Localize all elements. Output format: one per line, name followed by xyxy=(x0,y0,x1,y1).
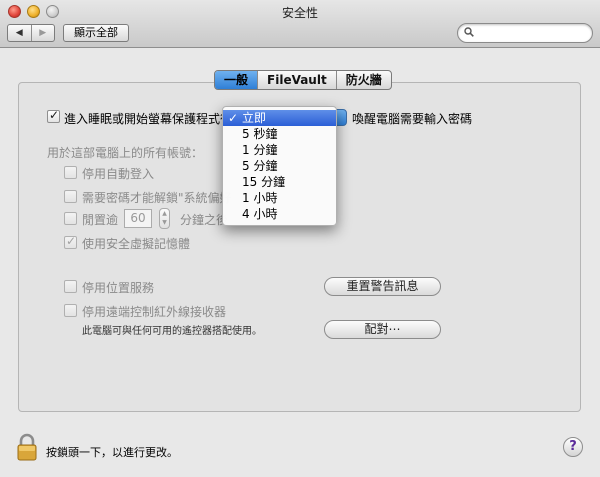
back-forward-control: ◀ ▶ xyxy=(7,24,55,42)
delay-menu-item[interactable]: ✓ 立即 xyxy=(223,110,336,126)
require-password-prefs-label: 需要密碼才能解鎖"系統偏好 xyxy=(82,191,232,205)
disable-autologin-label: 停用自動登入 xyxy=(82,167,155,181)
logout-minutes-field[interactable]: 60 xyxy=(124,209,152,228)
reset-warnings-button[interactable]: 重置警告訊息 xyxy=(324,277,441,296)
lock-message: 按鎖頭一下，以進行更改。 xyxy=(46,446,178,459)
show-all-button[interactable]: 顯示全部 xyxy=(63,24,129,42)
lock-icon[interactable] xyxy=(16,433,38,461)
window-titlebar: 安全性 ◀ ▶ 顯示全部 xyxy=(0,0,600,48)
secure-vm-label: 使用安全虛擬記憶體 xyxy=(82,237,191,251)
disable-autologin-checkbox[interactable] xyxy=(64,166,77,179)
tab-general[interactable]: 一般 xyxy=(215,71,258,89)
disable-ir-label: 停用遠端控制紅外線接收器 xyxy=(82,305,227,319)
logout-minutes-suffix: 分鐘之後 xyxy=(180,213,229,227)
tab-firewall[interactable]: 防火牆 xyxy=(335,71,391,89)
delay-menu-item[interactable]: 1 分鐘 xyxy=(223,142,336,158)
require-password-wake-label: 進入睡眠或開始螢幕保護程式後 xyxy=(64,112,233,126)
disable-ir-checkbox[interactable] xyxy=(64,304,77,317)
all-accounts-heading: 用於這部電腦上的所有帳號： xyxy=(47,146,204,160)
delay-menu-item[interactable]: 15 分鐘 xyxy=(223,174,336,190)
disable-location-checkbox[interactable] xyxy=(64,280,77,293)
logout-idle-label: 閒置逾 xyxy=(82,213,119,227)
disable-location-label: 停用位置服務 xyxy=(82,281,155,295)
logout-minutes-stepper[interactable]: ▲ ▼ xyxy=(159,208,170,229)
delay-menu-item[interactable]: 5 分鐘 xyxy=(223,158,336,174)
help-button[interactable]: ? xyxy=(563,437,583,457)
forward-button[interactable]: ▶ xyxy=(30,25,55,41)
search-field[interactable] xyxy=(457,23,593,43)
tab-filevault[interactable]: FileVault xyxy=(257,71,336,89)
search-icon xyxy=(464,27,474,37)
logout-idle-checkbox[interactable] xyxy=(64,212,77,225)
search-input[interactable] xyxy=(478,25,586,41)
window-title: 安全性 xyxy=(281,6,318,20)
tab-bar: 一般 FileVault 防火牆 xyxy=(214,70,392,90)
ir-note: 此電腦可與任何可用的遙控器搭配使用。 xyxy=(82,326,262,337)
delay-menu-item[interactable]: 1 小時 xyxy=(223,190,336,206)
require-password-prefs-checkbox[interactable] xyxy=(64,190,77,203)
delay-popup-menu: ✓ 立即 5 秒鐘 1 分鐘 5 分鐘 15 分鐘 1 小時 4 小時 xyxy=(222,106,337,226)
delay-menu-item[interactable]: 5 秒鐘 xyxy=(223,126,336,142)
back-button[interactable]: ◀ xyxy=(8,25,31,41)
pair-button[interactable]: 配對⋯ xyxy=(324,320,441,339)
secure-vm-checkbox[interactable] xyxy=(64,234,77,249)
checkmark-icon: ✓ xyxy=(228,111,239,125)
wake-password-suffix-label: 喚醒電腦需要輸入密碼 xyxy=(352,112,473,126)
require-password-wake-checkbox[interactable] xyxy=(47,108,60,123)
delay-menu-item[interactable]: 4 小時 xyxy=(223,206,336,222)
